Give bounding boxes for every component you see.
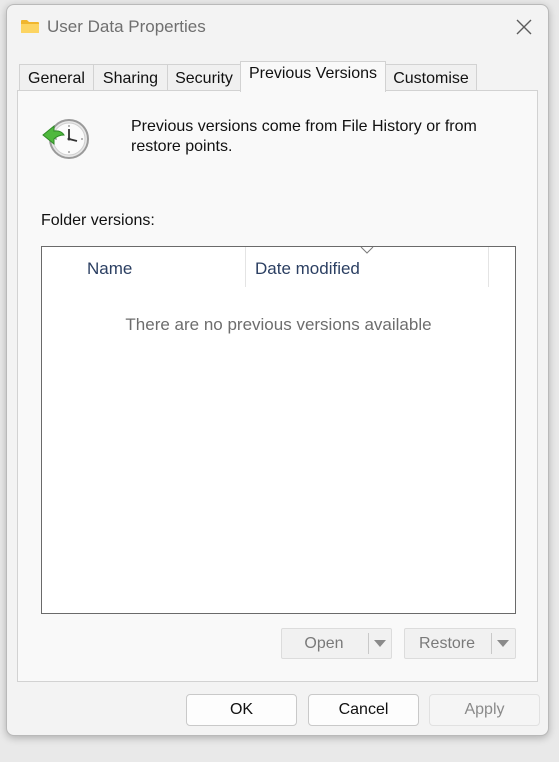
split-divider xyxy=(368,633,369,654)
chevron-down-icon[interactable] xyxy=(373,638,387,648)
title-bar[interactable]: User Data Properties xyxy=(7,5,548,49)
restore-button[interactable]: Restore xyxy=(405,629,489,658)
tab-previous-versions[interactable]: Previous Versions xyxy=(240,61,386,92)
column-divider[interactable] xyxy=(488,247,489,287)
tab-customise[interactable]: Customise xyxy=(385,64,477,90)
close-icon[interactable] xyxy=(514,17,534,37)
open-button[interactable]: Open xyxy=(282,629,366,658)
column-header-name[interactable]: Name xyxy=(87,247,245,287)
empty-list-message: There are no previous versions available xyxy=(125,315,432,334)
restore-split-button[interactable]: Restore xyxy=(404,628,516,659)
tab-security[interactable]: Security xyxy=(167,64,241,90)
column-header-date-modified[interactable]: Date modified xyxy=(255,247,495,287)
versions-list[interactable]: Name Date modified There are no previous… xyxy=(41,246,516,614)
tab-general[interactable]: General xyxy=(19,64,94,90)
apply-button[interactable]: Apply xyxy=(429,694,540,726)
ok-button[interactable]: OK xyxy=(186,694,297,726)
properties-dialog: User Data Properties General Sharing Sec… xyxy=(6,4,549,736)
split-divider xyxy=(491,633,492,654)
chevron-down-icon[interactable] xyxy=(496,638,510,648)
folder-versions-label: Folder versions: xyxy=(41,212,155,229)
folder-icon xyxy=(21,20,39,33)
open-split-button[interactable]: Open xyxy=(281,628,392,659)
column-divider[interactable] xyxy=(245,247,246,287)
cancel-button[interactable]: Cancel xyxy=(308,694,419,726)
previous-versions-panel: Previous versions come from File History… xyxy=(17,90,538,682)
info-text: Previous versions come from File History… xyxy=(131,118,477,155)
window-title: User Data Properties xyxy=(47,17,206,36)
clock-restore-icon xyxy=(42,119,89,159)
tab-sharing[interactable]: Sharing xyxy=(93,64,168,90)
